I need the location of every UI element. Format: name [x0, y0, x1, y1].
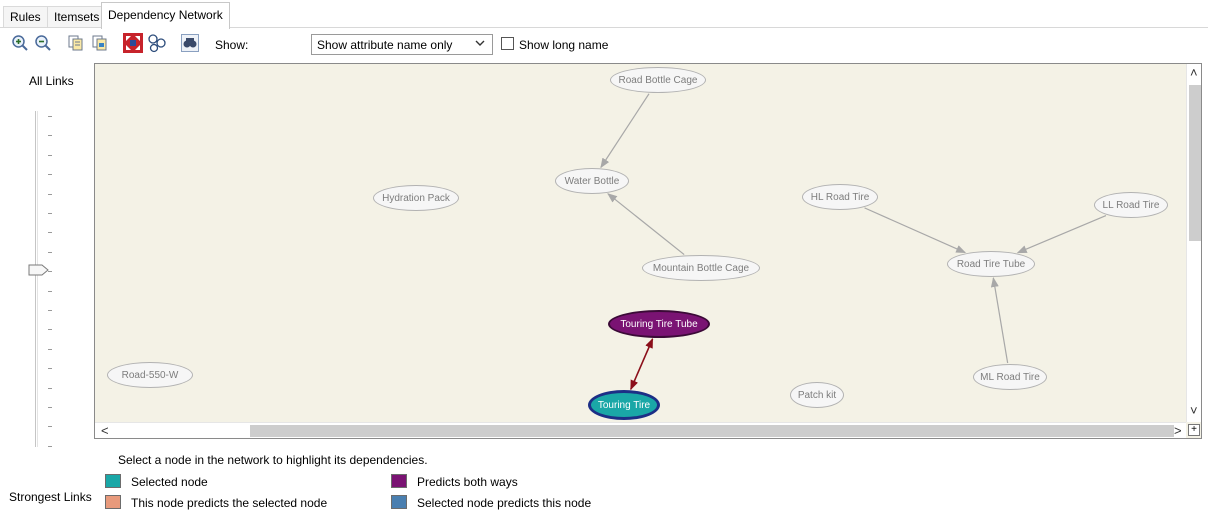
node-ml-road-tire[interactable]: ML Road Tire: [973, 364, 1047, 390]
node-label: Road-550-W: [121, 369, 179, 381]
legend-label-selected-predicts: Selected node predicts this node: [417, 496, 592, 510]
node-water-bottle[interactable]: Water Bottle: [555, 168, 629, 194]
slider-tick: [48, 135, 52, 137]
legend-swatch-predicts-both-ways: [391, 474, 407, 488]
copy-graph-icon[interactable]: [90, 33, 110, 53]
slider-tick: [48, 232, 52, 234]
node-label: Water Bottle: [564, 175, 620, 187]
node-hydration-pack[interactable]: Hydration Pack: [373, 185, 459, 211]
node-ll-road-tire[interactable]: LL Road Tire: [1094, 192, 1168, 218]
scroll-up-icon[interactable]: ˄: [1190, 66, 1198, 79]
slider-tick: [48, 445, 52, 447]
link-hl-road-tire-to-road-tire-tube: [864, 207, 967, 254]
node-road-bottle-cage[interactable]: Road Bottle Cage: [610, 67, 706, 93]
vertical-scrollbar[interactable]: ˄ ˅: [1186, 64, 1201, 422]
node-road-550-w[interactable]: Road-550-W: [107, 362, 193, 388]
node-touring-tire-tube[interactable]: Touring Tire Tube: [608, 310, 710, 338]
slider-tick: [48, 193, 52, 195]
dependency-network-canvas[interactable]: Road Bottle Cage Water Bottle Hydration Pa…: [94, 63, 1202, 439]
node-mountain-bottle-cage[interactable]: Mountain Bottle Cage: [642, 255, 760, 281]
slider-tick: [48, 387, 52, 389]
slider-thumb[interactable]: [28, 264, 50, 276]
legend-label-predicts-selected: This node predicts the selected node: [131, 496, 328, 510]
scroll-right-icon[interactable]: >: [1174, 424, 1182, 437]
node-label: Hydration Pack: [382, 192, 450, 204]
link-ll-road-tire-to-road-tire-tube: [1016, 214, 1107, 254]
node-road-tire-tube[interactable]: Road Tire Tube: [947, 251, 1035, 277]
link-ml-road-tire-to-road-tire-tube: [990, 276, 1009, 364]
slider-tick: [48, 290, 52, 292]
slider-tick: [48, 116, 52, 117]
node-patch-kit[interactable]: Patch kit: [790, 382, 844, 408]
show-long-name-checkbox[interactable]: [501, 37, 514, 50]
vertical-scroll-thumb[interactable]: [1189, 85, 1201, 241]
hint-text: Select a node in the network to highligh…: [118, 453, 428, 467]
node-label: Patch kit: [797, 389, 837, 401]
node-label: Road Bottle Cage: [618, 74, 698, 86]
slider-tick: [48, 407, 52, 408]
toolbar: Show: Show attribute name only Show long…: [0, 29, 1208, 59]
slider-tick: [48, 348, 52, 350]
horizontal-scroll-thumb[interactable]: [250, 425, 1174, 437]
slider-tick: [48, 329, 52, 331]
fit-to-window-icon[interactable]: [123, 33, 143, 53]
tab-dependency-network[interactable]: Dependency Network: [101, 2, 230, 29]
show-select[interactable]: Show attribute name only: [311, 34, 493, 55]
legend-swatch-selected-predicts: [391, 495, 407, 509]
link-touring-tire-to-touring-tire-tube: [630, 337, 654, 391]
node-label: Road Tire Tube: [956, 258, 1026, 270]
node-label: Touring Tire: [597, 399, 651, 411]
legend-label-selected-node: Selected node: [131, 475, 208, 489]
copy-icon[interactable]: [66, 33, 86, 53]
slider-tick: [48, 368, 52, 370]
node-label: Touring Tire Tube: [620, 318, 698, 330]
zoom-in-icon[interactable]: [10, 33, 30, 53]
slider-tick: [48, 426, 52, 428]
tab-bar: Rules Itemsets Dependency Network: [0, 0, 1208, 29]
all-links-label: All Links: [29, 74, 74, 88]
node-label: LL Road Tire: [1102, 199, 1160, 211]
legend-label-predicts-both-ways: Predicts both ways: [417, 475, 518, 489]
link-road-bottle-cage-to-water-bottle: [600, 93, 650, 169]
slider-tick: [48, 154, 52, 156]
slider-tick: [48, 310, 52, 311]
slider-tick: [48, 251, 52, 253]
chevron-down-icon: [475, 40, 485, 46]
scroll-left-icon[interactable]: <: [101, 424, 109, 437]
show-label: Show:: [215, 38, 249, 52]
scroll-down-icon[interactable]: ˅: [1190, 404, 1198, 417]
horizontal-scrollbar[interactable]: < >: [95, 422, 1186, 438]
legend-swatch-predicts-selected: [105, 495, 121, 509]
tab-itemsets[interactable]: Itemsets: [47, 6, 107, 27]
layout-icon[interactable]: [147, 33, 167, 53]
expand-icon[interactable]: +: [1188, 424, 1200, 436]
show-select-value: Show attribute name only: [317, 38, 453, 52]
slider-tick: [48, 213, 52, 214]
link-strength-slider[interactable]: [35, 111, 38, 447]
link-mountain-bottle-cage-to-water-bottle: [607, 193, 685, 256]
show-long-name-label: Show long name: [519, 38, 609, 52]
node-label: ML Road Tire: [980, 371, 1040, 383]
strongest-links-label: Strongest Links: [9, 490, 92, 504]
node-label: Mountain Bottle Cage: [652, 262, 750, 274]
tab-rules[interactable]: Rules: [3, 6, 48, 27]
zoom-out-icon[interactable]: [33, 33, 53, 53]
find-node-icon[interactable]: [180, 33, 200, 53]
node-touring-tire[interactable]: Touring Tire: [588, 390, 660, 420]
slider-tick: [48, 174, 52, 176]
node-label: HL Road Tire: [810, 191, 870, 203]
legend-swatch-selected-node: [105, 474, 121, 488]
node-hl-road-tire[interactable]: HL Road Tire: [802, 184, 878, 210]
